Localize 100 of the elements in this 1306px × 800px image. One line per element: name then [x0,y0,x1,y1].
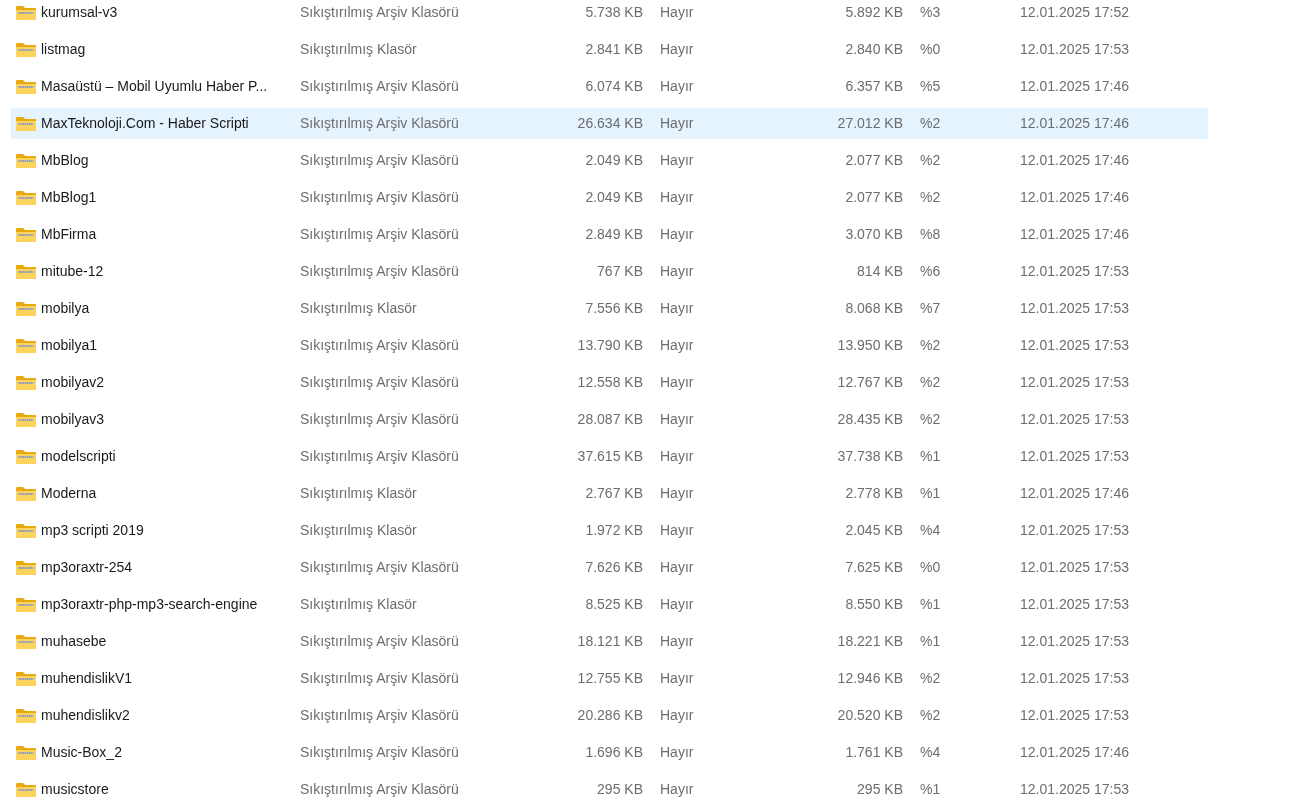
file-type: Sıkıştırılmış Klasör [300,40,418,59]
zip-folder-icon [16,374,36,391]
file-size: 1.972 KB [584,521,643,540]
file-name: mp3oraxtr-php-mp3-search-engine [41,595,259,614]
file-name: Music-Box_2 [41,743,123,762]
file-size: 12.755 KB [576,669,643,688]
file-size: 37.615 KB [576,447,643,466]
modified-date: 12.01.2025 17:53 [1020,780,1129,799]
zip-folder-icon [16,559,36,576]
file-size: 8.525 KB [584,595,643,614]
file-type: Sıkıştırılmış Arşiv Klasörü [300,3,460,22]
zip-folder-icon [16,448,36,465]
file-name: mp3oraxtr-254 [41,558,134,577]
file-name: Moderna [41,484,98,503]
file-size: 767 KB [596,262,643,281]
file-type: Sıkıştırılmış Arşiv Klasörü [300,632,460,651]
file-type: Sıkıştırılmış Arşiv Klasörü [300,558,460,577]
protected-value: Hayır [660,151,695,170]
modified-date: 12.01.2025 17:46 [1020,743,1129,762]
file-size: 2.767 KB [584,484,643,503]
zip-folder-icon [16,189,36,206]
packed-size: 37.738 KB [836,447,903,466]
protected-value: Hayır [660,188,695,207]
file-name: mobilya [41,299,91,318]
compression-ratio: %6 [920,262,942,281]
packed-size: 18.221 KB [836,632,903,651]
file-type: Sıkıştırılmış Arşiv Klasörü [300,669,460,688]
file-type: Sıkıştırılmış Arşiv Klasörü [300,336,460,355]
modified-date: 12.01.2025 17:53 [1020,669,1129,688]
packed-size: 1.761 KB [844,743,903,762]
modified-date: 12.01.2025 17:53 [1020,299,1129,318]
zip-folder-icon [16,485,36,502]
file-size: 2.049 KB [584,151,643,170]
compression-ratio: %2 [920,151,942,170]
file-row[interactable]: MaxTeknoloji.Com - Haber Scripti Sıkıştırılmış Arşiv Klasörü 26.634 KB Hayır 27.012 KB %2 12.01.2025 17:46 [11,108,1208,139]
packed-size: 28.435 KB [836,410,903,429]
protected-value: Hayır [660,447,695,466]
file-size: 5.738 KB [584,3,643,22]
modified-date: 12.01.2025 17:46 [1020,484,1129,503]
modified-date: 12.01.2025 17:46 [1020,114,1129,133]
compression-ratio: %3 [920,3,942,22]
packed-size: 2.045 KB [844,521,903,540]
file-size: 7.556 KB [584,299,643,318]
zip-folder-icon [16,152,36,169]
file-type: Sıkıştırılmış Arşiv Klasörü [300,225,460,244]
file-size: 2.849 KB [584,225,643,244]
file-name: mitube-12 [41,262,105,281]
file-size: 28.087 KB [576,410,643,429]
compression-ratio: %2 [920,706,942,725]
file-type: Sıkıştırılmış Arşiv Klasörü [300,706,460,725]
file-name: muhasebe [41,632,108,651]
protected-value: Hayır [660,336,695,355]
file-size: 2.841 KB [584,40,643,59]
file-size: 295 KB [596,780,643,799]
packed-size: 814 KB [856,262,903,281]
packed-size: 3.070 KB [844,225,903,244]
protected-value: Hayır [660,780,695,799]
packed-size: 7.625 KB [844,558,903,577]
modified-date: 12.01.2025 17:53 [1020,521,1129,540]
packed-size: 2.840 KB [844,40,903,59]
packed-size: 2.077 KB [844,188,903,207]
file-name: listmag [41,40,87,59]
file-name: MbBlog [41,151,90,170]
file-name: mobilyav2 [41,373,106,392]
zip-folder-icon [16,115,36,132]
compression-ratio: %1 [920,595,942,614]
modified-date: 12.01.2025 17:53 [1020,40,1129,59]
zip-folder-icon [16,596,36,613]
file-size: 2.049 KB [584,188,643,207]
compression-ratio: %4 [920,521,942,540]
file-type: Sıkıştırılmış Arşiv Klasörü [300,743,460,762]
modified-date: 12.01.2025 17:46 [1020,188,1129,207]
file-type: Sıkıştırılmış Arşiv Klasörü [300,447,460,466]
compression-ratio: %2 [920,114,942,133]
zip-folder-icon [16,522,36,539]
packed-size: 8.068 KB [844,299,903,318]
file-type: Sıkıştırılmış Arşiv Klasörü [300,151,460,170]
file-size: 20.286 KB [576,706,643,725]
file-name: MaxTeknoloji.Com - Haber Scripti [41,114,250,133]
file-type: Sıkıştırılmış Klasör [300,595,418,614]
packed-size: 27.012 KB [836,114,903,133]
zip-folder-icon [16,78,36,95]
file-type: Sıkıştırılmış Arşiv Klasörü [300,77,460,96]
file-name: muhendislikv2 [41,706,131,725]
file-size: 1.696 KB [584,743,643,762]
compression-ratio: %0 [920,40,942,59]
protected-value: Hayır [660,706,695,725]
zip-folder-icon [16,4,36,21]
file-type: Sıkıştırılmış Arşiv Klasörü [300,780,460,799]
modified-date: 12.01.2025 17:53 [1020,410,1129,429]
protected-value: Hayır [660,632,695,651]
packed-size: 2.778 KB [844,484,903,503]
protected-value: Hayır [660,262,695,281]
packed-size: 295 KB [856,780,903,799]
file-name: musicstore [41,780,110,799]
file-name: mp3 scripti 2019 [41,521,145,540]
compression-ratio: %2 [920,336,942,355]
protected-value: Hayır [660,373,695,392]
modified-date: 12.01.2025 17:53 [1020,447,1129,466]
zip-folder-icon [16,337,36,354]
